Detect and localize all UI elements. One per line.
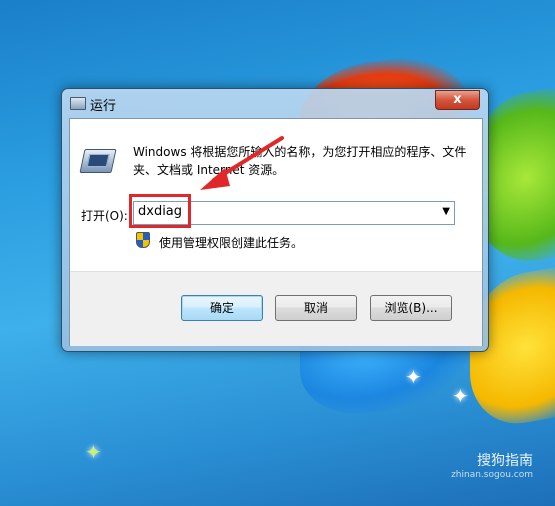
annotation-arrow (200, 136, 284, 190)
watermark: 搜狗指南 zhinan.sogou.com (451, 450, 533, 480)
watermark-brand: 搜狗指南 (477, 453, 533, 469)
watermark-url: zhinan.sogou.com (451, 470, 533, 480)
